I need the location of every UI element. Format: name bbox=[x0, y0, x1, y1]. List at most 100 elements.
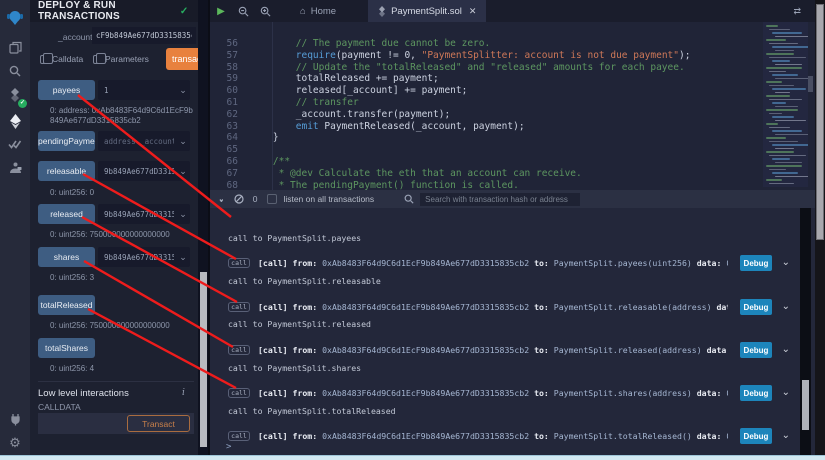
solidity-compiler-icon[interactable]: ✓ bbox=[0, 84, 30, 106]
panel-scrollbar[interactable] bbox=[198, 0, 210, 455]
debug-button[interactable]: Debug bbox=[740, 385, 772, 401]
function-button-totalShares[interactable]: totalShares bbox=[38, 338, 95, 358]
debug-button[interactable]: Debug bbox=[740, 428, 772, 444]
debug-button[interactable]: Debug bbox=[740, 255, 772, 271]
line-number[interactable]: 59 bbox=[210, 73, 246, 85]
status-bar bbox=[0, 455, 825, 460]
panel-body: _account Calldata Parameters transact pa… bbox=[30, 22, 198, 455]
function-input-payees[interactable] bbox=[98, 86, 176, 95]
minimap-line bbox=[766, 151, 794, 153]
copy-icon bbox=[40, 55, 48, 64]
minimap-line bbox=[772, 32, 802, 34]
line-number[interactable]: 67 bbox=[210, 168, 246, 180]
chevron-down-icon[interactable]: ⌄ bbox=[176, 136, 190, 147]
listen-all-checkbox[interactable] bbox=[267, 194, 277, 204]
chevron-down-icon[interactable]: ⌄ bbox=[176, 166, 190, 177]
function-row-payees: payees ⌄ bbox=[30, 80, 198, 100]
transact-button[interactable]: transact bbox=[166, 48, 198, 70]
minimap-thumb[interactable] bbox=[808, 76, 813, 92]
minimap-line bbox=[775, 120, 806, 122]
chevron-down-icon[interactable]: ⌄ bbox=[782, 344, 790, 355]
parameters-copy[interactable]: Parameters bbox=[93, 54, 149, 64]
function-button-released[interactable]: released bbox=[38, 204, 95, 224]
scrollbar-thumb[interactable] bbox=[802, 380, 809, 430]
code-editor[interactable]: 56 // The payment due cannot be zero.57 … bbox=[210, 22, 815, 190]
minimap-line bbox=[769, 183, 794, 185]
function-button-pendingPayment[interactable]: pendingPayment bbox=[38, 131, 95, 151]
chevron-down-icon[interactable]: ⌄ bbox=[782, 257, 790, 268]
line-number[interactable]: 66 bbox=[210, 156, 246, 168]
tab-paymentsplit[interactable]: PaymentSplit.sol ✕ bbox=[368, 0, 486, 22]
line-number[interactable]: 64 bbox=[210, 132, 246, 144]
low-level-transact-button[interactable]: Transact bbox=[127, 415, 190, 432]
terminal-log-line: call to PaymentSplit.released bbox=[228, 319, 371, 329]
minimap[interactable] bbox=[763, 22, 808, 187]
line-number[interactable]: 62 bbox=[210, 109, 246, 121]
solidity-file-icon bbox=[378, 6, 386, 17]
function-button-shares[interactable]: shares bbox=[38, 247, 95, 267]
line-number[interactable]: 63 bbox=[210, 121, 246, 133]
function-input-pendingPayment[interactable] bbox=[98, 137, 176, 146]
tab-home[interactable]: ⌂ Home bbox=[290, 0, 346, 22]
line-number[interactable]: 68 bbox=[210, 180, 246, 190]
terminal-scrollbar[interactable] bbox=[800, 208, 811, 455]
function-input-wrap: ⌄ bbox=[98, 247, 190, 267]
settings-gear-icon[interactable]: ⚙ bbox=[0, 432, 30, 454]
info-icon[interactable]: i bbox=[182, 388, 185, 398]
scrollbar-thumb[interactable] bbox=[200, 272, 207, 447]
window-scrollbar[interactable] bbox=[815, 0, 825, 460]
collapse-terminal-icon[interactable]: ⌄⌄ bbox=[218, 197, 225, 202]
scrollbar-thumb[interactable] bbox=[816, 4, 824, 240]
chevron-down-icon[interactable]: ⌄ bbox=[782, 387, 790, 398]
function-button-releasable[interactable]: releasable bbox=[38, 161, 95, 181]
code-text: * The pendingPayment() function is calle… bbox=[250, 180, 519, 190]
function-input-releasable[interactable] bbox=[98, 167, 176, 176]
chevron-down-icon[interactable]: ⌄ bbox=[176, 209, 190, 220]
line-number[interactable]: 57 bbox=[210, 50, 246, 62]
account-param-input[interactable] bbox=[92, 27, 196, 44]
minimap-line bbox=[769, 155, 806, 157]
terminal-call-entry: call[call] from: 0xAb8483F64d9C6d1EcF9b8… bbox=[210, 384, 796, 404]
code-line: 64 } bbox=[210, 132, 815, 144]
minimap-line bbox=[772, 60, 790, 62]
function-button-totalReleased[interactable]: totalReleased bbox=[38, 295, 95, 315]
code-line: 57 require(payment != 0, "PaymentSplitte… bbox=[210, 50, 815, 62]
chevron-down-icon[interactable]: ⌄ bbox=[782, 430, 790, 441]
terminal-prompt[interactable]: > bbox=[226, 442, 231, 452]
tab-scroll-icon[interactable]: ⇄ bbox=[793, 0, 815, 22]
search-icon[interactable] bbox=[0, 60, 30, 82]
minimap-line bbox=[766, 25, 778, 27]
minimap-line bbox=[769, 85, 794, 87]
run-script-icon[interactable]: ▶ bbox=[210, 0, 232, 22]
activity-bar: ✓ ⚙ bbox=[0, 0, 30, 460]
clear-console-icon[interactable] bbox=[234, 194, 244, 204]
terminal-search-input[interactable] bbox=[420, 193, 580, 206]
function-row-totalReleased: totalReleased bbox=[30, 295, 198, 315]
line-number[interactable]: 58 bbox=[210, 62, 246, 74]
function-input-shares[interactable] bbox=[98, 253, 176, 262]
minimap-line bbox=[766, 81, 782, 83]
zoom-out-icon[interactable] bbox=[232, 0, 254, 22]
remix-logo-icon[interactable] bbox=[0, 6, 30, 30]
call-badge: call bbox=[228, 258, 250, 268]
line-number[interactable]: 56 bbox=[210, 38, 246, 50]
deploy-run-icon[interactable] bbox=[0, 110, 30, 132]
line-number[interactable]: 60 bbox=[210, 85, 246, 97]
debug-button[interactable]: Debug bbox=[740, 299, 772, 315]
calldata-copy[interactable]: Calldata bbox=[40, 54, 83, 64]
file-explorer-icon[interactable] bbox=[0, 36, 30, 58]
plugin-manager-icon[interactable] bbox=[0, 408, 30, 430]
chevron-down-icon[interactable]: ⌄ bbox=[176, 85, 190, 96]
function-input-released[interactable] bbox=[98, 210, 176, 219]
function-button-payees[interactable]: payees bbox=[38, 80, 95, 100]
chevron-down-icon[interactable]: ⌄ bbox=[782, 301, 790, 312]
code-line: 60 released[_account] += payment; bbox=[210, 85, 815, 97]
unit-testing-icon[interactable] bbox=[0, 134, 30, 156]
chevron-down-icon[interactable]: ⌄ bbox=[176, 252, 190, 263]
zoom-in-icon[interactable] bbox=[254, 0, 276, 22]
line-number[interactable]: 65 bbox=[210, 144, 246, 156]
debug-button[interactable]: Debug bbox=[740, 342, 772, 358]
line-number[interactable]: 61 bbox=[210, 97, 246, 109]
learneth-icon[interactable] bbox=[0, 157, 30, 179]
close-icon[interactable]: ✕ bbox=[469, 6, 477, 17]
